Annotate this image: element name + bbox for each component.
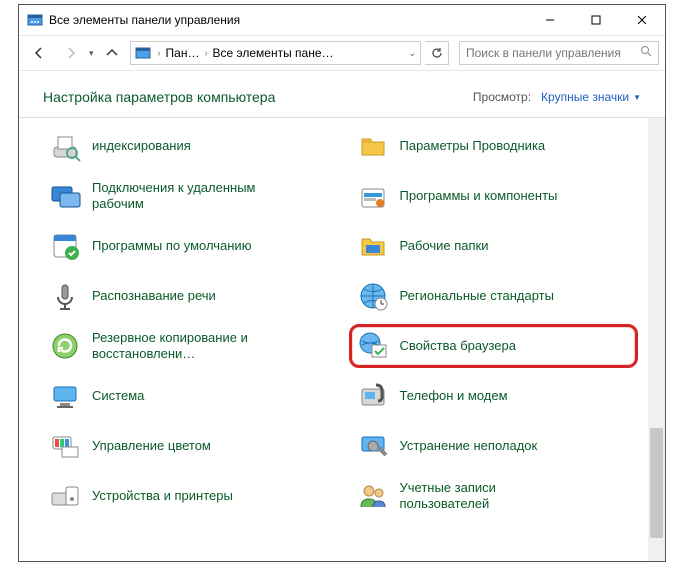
close-button[interactable] — [619, 5, 665, 35]
forward-button[interactable] — [57, 39, 85, 67]
minimize-button[interactable] — [527, 5, 573, 35]
cp-item-label: Учетные записи пользователей — [400, 480, 580, 511]
system-icon — [48, 379, 82, 413]
cp-item-users[interactable]: Учетные записи пользователей — [349, 474, 639, 518]
cp-item-label: Система — [92, 388, 144, 404]
refresh-button[interactable] — [425, 41, 449, 65]
cp-item-label: Распознавание речи — [92, 288, 216, 304]
cp-item-label: Параметры Проводника — [400, 138, 546, 154]
view-label: Просмотр: — [473, 90, 531, 104]
control-panel-icon — [27, 12, 43, 28]
window: Все элементы панели управления ▾ › Пан… … — [18, 4, 666, 562]
cp-item-label: индексирования — [92, 138, 191, 154]
phone-icon — [356, 379, 390, 413]
back-button[interactable] — [25, 39, 53, 67]
cp-item-system[interactable]: Система — [41, 374, 331, 418]
cp-item-label: Программы по умолчанию — [92, 238, 251, 254]
remote-icon — [48, 179, 82, 213]
up-button[interactable] — [98, 39, 126, 67]
content-wrap: индексирования Параметры Проводника Подклю… — [19, 117, 665, 561]
cp-item-label: Устройства и принтеры — [92, 488, 233, 504]
speech-icon — [48, 279, 82, 313]
navbar: ▾ › Пан… › Все элементы пане… ⌄ — [19, 35, 665, 71]
cp-item-devices[interactable]: Устройства и принтеры — [41, 474, 331, 518]
trouble-icon — [356, 429, 390, 463]
view-value-text: Крупные значки — [541, 90, 629, 104]
cp-item-programs[interactable]: Программы и компоненты — [349, 174, 639, 218]
cp-item-internet[interactable]: Свойства браузера — [349, 324, 639, 368]
vertical-scrollbar[interactable] — [648, 118, 665, 561]
cp-item-trouble[interactable]: Устранение неполадок — [349, 424, 639, 468]
control-panel-icon — [135, 45, 151, 61]
cp-item-color[interactable]: Управление цветом — [41, 424, 331, 468]
maximize-button[interactable] — [573, 5, 619, 35]
titlebar: Все элементы панели управления — [19, 5, 665, 35]
page-title: Настройка параметров компьютера — [43, 89, 473, 105]
breadcrumb-root[interactable]: Пан… — [166, 46, 200, 60]
cp-item-label: Региональные стандарты — [400, 288, 554, 304]
region-icon — [356, 279, 390, 313]
search-icon — [640, 44, 652, 62]
chevron-right-icon: › — [155, 48, 164, 58]
cp-item-phone[interactable]: Телефон и модем — [349, 374, 639, 418]
taskbar-icon — [356, 229, 390, 263]
explorer-icon — [356, 129, 390, 163]
header-row: Настройка параметров компьютера Просмотр… — [19, 71, 665, 117]
cp-item-label: Управление цветом — [92, 438, 211, 454]
devices-icon — [48, 479, 82, 513]
view-selector[interactable]: Крупные значки ▼ — [541, 90, 641, 104]
cp-item-explorer[interactable]: Параметры Проводника — [349, 124, 639, 168]
cp-item-label: Устранение неполадок — [400, 438, 538, 454]
cp-item-defaults[interactable]: Программы по умолчанию — [41, 224, 331, 268]
window-buttons — [527, 5, 665, 35]
defaults-icon — [48, 229, 82, 263]
internet-icon — [356, 329, 390, 363]
scrollbar-thumb[interactable] — [650, 428, 663, 538]
search-input[interactable] — [466, 46, 640, 60]
chevron-down-icon: ▼ — [633, 93, 641, 102]
cp-item-label: Программы и компоненты — [400, 188, 558, 204]
users-icon — [356, 479, 390, 513]
cp-item-label: Телефон и модем — [400, 388, 508, 404]
cp-item-speech[interactable]: Распознавание речи — [41, 274, 331, 318]
cp-item-remote[interactable]: Подключения к удаленным рабочим — [41, 174, 331, 218]
cp-item-indexing[interactable]: индексирования — [41, 124, 331, 168]
breadcrumb-current[interactable]: Все элементы пане… — [212, 46, 333, 60]
chevron-down-icon[interactable]: ⌄ — [408, 48, 416, 59]
cp-item-label: Рабочие папки — [400, 238, 489, 254]
cp-item-backup[interactable]: Резервное копирование и восстановлени… — [41, 324, 331, 368]
breadcrumb[interactable]: › Пан… › Все элементы пане… ⌄ — [130, 41, 421, 65]
cp-item-region[interactable]: Региональные стандарты — [349, 274, 639, 318]
backup-icon — [48, 329, 82, 363]
cp-item-label: Резервное копирование и восстановлени… — [92, 330, 272, 361]
recent-dropdown[interactable]: ▾ — [89, 48, 94, 59]
cp-item-label: Свойства браузера — [400, 338, 516, 354]
cp-item-label: Подключения к удаленным рабочим — [92, 180, 272, 211]
items-grid: индексирования Параметры Проводника Подклю… — [19, 118, 648, 561]
chevron-right-icon: › — [201, 48, 210, 58]
color-icon — [48, 429, 82, 463]
window-title: Все элементы панели управления — [49, 13, 527, 27]
programs-icon — [356, 179, 390, 213]
indexing-icon — [48, 129, 82, 163]
search-box[interactable] — [459, 41, 659, 65]
cp-item-taskbar[interactable]: Рабочие папки — [349, 224, 639, 268]
